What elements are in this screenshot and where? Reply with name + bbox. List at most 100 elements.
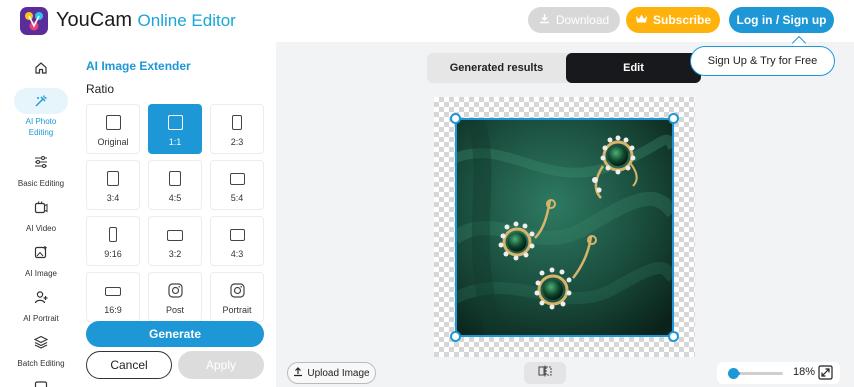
canvas-workspace: Generated results Edit Sign Up & Try for… bbox=[276, 35, 854, 387]
ratio-label-5-4: 5:4 bbox=[230, 193, 244, 203]
nav-item-home[interactable] bbox=[0, 54, 82, 82]
ratio-label-3-2: 3:2 bbox=[168, 249, 182, 259]
nav-label-batch-editing: Batch Editing bbox=[17, 359, 65, 368]
ai-image-extender-panel: AI Image Extender Ratio Original 1:1 2:3… bbox=[82, 42, 276, 387]
ratio-label-3-4: 3:4 bbox=[106, 193, 120, 203]
nav-item-basic-editing[interactable]: Basic Editing bbox=[0, 148, 82, 189]
ratio-option-3-2[interactable]: 3:2 bbox=[148, 216, 202, 266]
ratio-option-16-9[interactable]: 16:9 bbox=[86, 272, 140, 322]
download-icon bbox=[539, 13, 550, 27]
brand-subtitle: Online Editor bbox=[137, 11, 236, 30]
nav-item-ai-portrait[interactable]: AI Portrait bbox=[0, 283, 82, 324]
portrait-rect-icon bbox=[169, 171, 181, 186]
ratio-label-original: Original bbox=[97, 137, 129, 147]
ratio-option-2-3[interactable]: 2:3 bbox=[210, 104, 264, 154]
ratio-option-4-5[interactable]: 4:5 bbox=[148, 160, 202, 210]
left-nav: AI Photo Editing Basic Editing AI Video … bbox=[0, 42, 82, 387]
portrait-rect-icon bbox=[109, 227, 117, 242]
square-icon bbox=[105, 115, 121, 130]
brand-name: YouCam bbox=[56, 9, 132, 31]
landscape-rect-icon bbox=[105, 287, 121, 296]
cancel-label: Cancel bbox=[110, 358, 148, 372]
resize-handle-top-left[interactable] bbox=[450, 113, 461, 124]
sliders-icon bbox=[27, 148, 55, 176]
nav-label-ai-video: AI Video bbox=[25, 224, 57, 233]
portrait-rect-icon bbox=[232, 115, 242, 130]
nav-item-more[interactable] bbox=[0, 373, 82, 387]
nav-label-ai-portrait: AI Portrait bbox=[23, 314, 59, 323]
generate-button[interactable]: Generate bbox=[86, 321, 264, 347]
ratio-label-16-9: 16:9 bbox=[104, 305, 122, 315]
ratio-label: Ratio bbox=[86, 82, 115, 96]
ratio-label-9-16: 9:16 bbox=[104, 249, 122, 259]
ratio-option-1-1[interactable]: 1:1 bbox=[148, 104, 202, 154]
top-header: YouCam Online Editor Download Subscribe … bbox=[0, 0, 854, 42]
instagram-icon bbox=[229, 283, 245, 298]
crop-frame[interactable] bbox=[455, 118, 674, 337]
tab-generated-label: Generated results bbox=[449, 62, 544, 74]
person-plus-icon bbox=[27, 283, 55, 311]
nav-item-batch-editing[interactable]: Batch Editing bbox=[0, 328, 82, 369]
nav-label-ai-image: AI Image bbox=[24, 269, 57, 278]
upload-image-button[interactable]: Upload Image bbox=[287, 362, 376, 384]
subscribe-button[interactable]: Subscribe bbox=[626, 7, 720, 33]
result-tabs: Generated results Edit bbox=[427, 53, 701, 83]
signup-tooltip[interactable]: Sign Up & Try for Free bbox=[690, 46, 835, 76]
compare-button[interactable] bbox=[524, 362, 566, 384]
ratio-option-post[interactable]: Post bbox=[148, 272, 202, 322]
nav-item-ai-image[interactable]: AI Image bbox=[0, 238, 82, 279]
ratio-label-2-3: 2:3 bbox=[230, 137, 244, 147]
landscape-rect-icon bbox=[229, 173, 245, 185]
zoom-control: 18% bbox=[717, 362, 840, 384]
zoom-slider-knob[interactable] bbox=[728, 368, 739, 379]
zoom-level-text: 18% bbox=[793, 366, 816, 378]
image-plus-icon bbox=[27, 238, 55, 266]
ratio-option-original[interactable]: Original bbox=[86, 104, 140, 154]
download-button[interactable]: Download bbox=[528, 7, 620, 33]
home-icon bbox=[27, 54, 55, 82]
nav-label-ai-photo-editing: AI Photo Editing bbox=[25, 117, 57, 137]
login-label: Log in / Sign up bbox=[736, 13, 827, 27]
ratio-option-4-3[interactable]: 4:3 bbox=[210, 216, 264, 266]
login-signup-button[interactable]: Log in / Sign up bbox=[729, 7, 834, 33]
generate-label: Generate bbox=[148, 327, 202, 341]
ratio-label-post: Post bbox=[165, 305, 184, 315]
ratio-label-portrait: Portrait bbox=[222, 305, 252, 315]
landscape-rect-icon bbox=[167, 230, 183, 241]
ratio-option-portrait[interactable]: Portrait bbox=[210, 272, 264, 322]
instagram-icon bbox=[167, 283, 183, 298]
ratio-option-9-16[interactable]: 9:16 bbox=[86, 216, 140, 266]
nav-label-basic-editing: Basic Editing bbox=[17, 179, 65, 188]
tab-edit[interactable]: Edit bbox=[566, 53, 701, 83]
resize-handle-top-right[interactable] bbox=[668, 113, 679, 124]
resize-handle-bottom-left[interactable] bbox=[450, 331, 461, 342]
tooltip-text: Sign Up & Try for Free bbox=[707, 55, 818, 67]
cancel-button[interactable]: Cancel bbox=[86, 351, 172, 379]
resize-handle-bottom-right[interactable] bbox=[668, 331, 679, 342]
crown-icon bbox=[635, 13, 648, 27]
upload-icon bbox=[293, 366, 303, 380]
square-icon bbox=[167, 115, 183, 130]
apply-button[interactable]: Apply bbox=[178, 351, 264, 379]
landscape-rect-icon bbox=[229, 229, 245, 241]
layers-icon bbox=[27, 328, 55, 356]
youcam-logo[interactable] bbox=[20, 7, 48, 35]
ratio-label-4-3: 4:3 bbox=[230, 249, 244, 259]
ratio-option-3-4[interactable]: 3:4 bbox=[86, 160, 140, 210]
tab-generated-results[interactable]: Generated results bbox=[427, 53, 566, 83]
magic-wand-icon bbox=[14, 88, 68, 114]
download-label: Download bbox=[555, 13, 610, 27]
ratio-label-1-1: 1:1 bbox=[168, 137, 182, 147]
nav-item-ai-photo-editing[interactable]: AI Photo Editing bbox=[0, 88, 82, 138]
video-icon bbox=[27, 193, 55, 221]
image-icon bbox=[27, 373, 55, 387]
nav-item-ai-video[interactable]: AI Video bbox=[0, 193, 82, 234]
ratio-option-5-4[interactable]: 5:4 bbox=[210, 160, 264, 210]
tab-edit-label: Edit bbox=[623, 62, 644, 74]
subscribe-label: Subscribe bbox=[652, 13, 712, 27]
ratio-label-4-5: 4:5 bbox=[168, 193, 182, 203]
upload-label: Upload Image bbox=[307, 367, 370, 379]
brand-title: YouCam Online Editor bbox=[56, 9, 236, 32]
panel-title: AI Image Extender bbox=[86, 59, 191, 73]
expand-icon[interactable] bbox=[818, 365, 833, 380]
